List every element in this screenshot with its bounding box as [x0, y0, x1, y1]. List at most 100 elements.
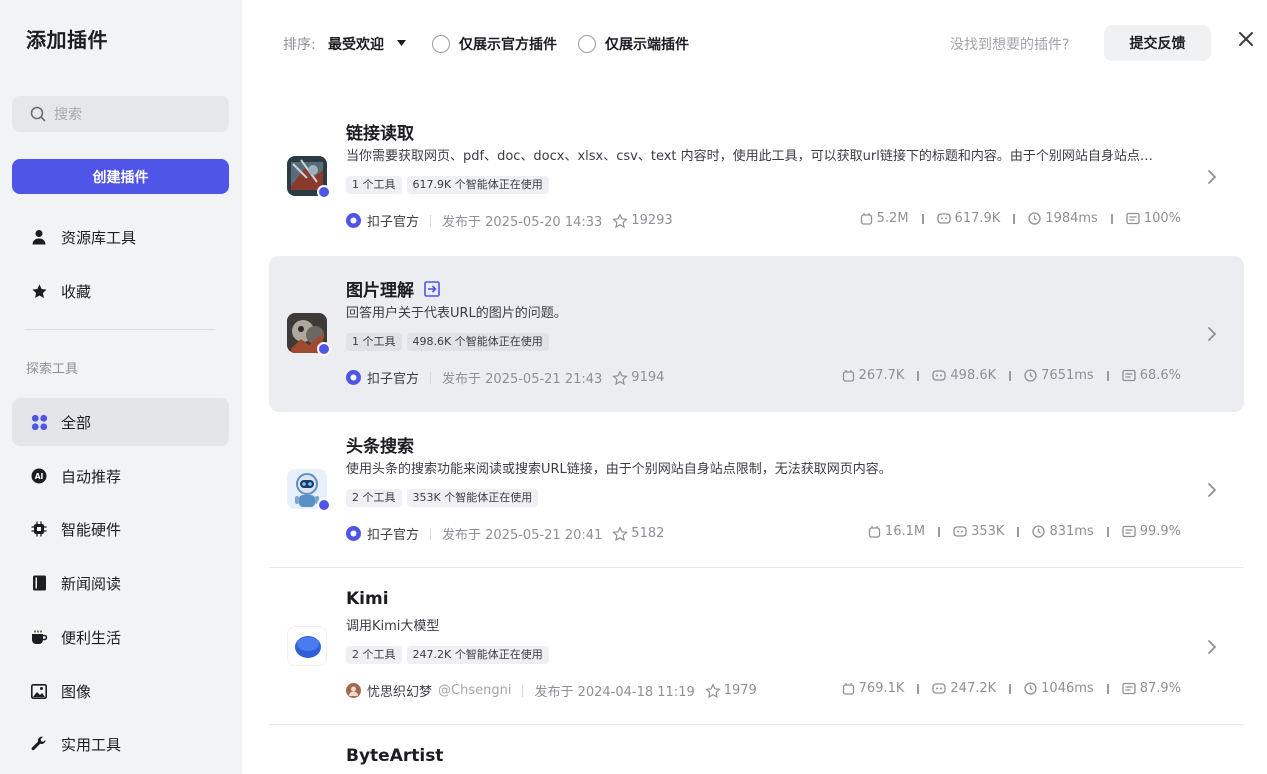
calls-count: 267.7K [858, 368, 905, 383]
star-outline-icon[interactable] [612, 212, 629, 229]
bot-icon [936, 213, 951, 224]
plugin-card[interactable]: ByteArtist [269, 725, 1244, 774]
category-convenient-life[interactable]: 便利生活 [12, 613, 229, 661]
stat-divider [921, 213, 924, 224]
star-outline-icon[interactable] [704, 682, 721, 699]
plugin-card[interactable]: Kimi 调用Kimi大模型 2 个工具 247.2K 个智能体正在使用 忧思织… [269, 569, 1244, 725]
usage-tag: 498.6K 个智能体正在使用 [406, 333, 549, 351]
bot-icon [932, 683, 947, 694]
plugin-author[interactable]: 忧思织幻梦 [367, 681, 432, 700]
sidebar: 添加插件 搜索 创建插件 资源库工具 收藏 探索工具 全部 AI 自动推荐 智能… [0, 0, 242, 774]
stat-divider [1106, 526, 1109, 537]
tool-count-tag: 2 个工具 [346, 489, 402, 507]
official-badge-icon [317, 498, 331, 512]
plugin-tags: 2 个工具 353K 个智能体正在使用 [346, 489, 539, 507]
plugin-card[interactable]: 链接读取 当你需要获取网页、pdf、doc、docx、xlsx、csv、text… [269, 99, 1244, 255]
clock-icon [1028, 212, 1041, 225]
coze-official-icon [346, 213, 361, 228]
star-outline-icon[interactable] [612, 525, 629, 542]
stat-divider [1106, 370, 1109, 381]
official-badge-icon [317, 342, 331, 356]
filter-official-radio[interactable]: 仅展示官方插件 [432, 34, 557, 54]
category-utility-tools[interactable]: 实用工具 [12, 720, 229, 768]
publish-date: 发布于 2024-04-18 11:19 [534, 685, 695, 700]
latency-value: 1984ms [1045, 211, 1098, 226]
stat-divider [1017, 526, 1020, 537]
plugin-description: 回答用户关于代表URL的图片的问题。 [346, 306, 567, 321]
star-count: 5182 [631, 526, 665, 541]
success-rate: 68.6% [1139, 368, 1181, 383]
calls-count: 5.2M [876, 211, 909, 226]
clock-icon [1032, 525, 1046, 538]
search-placeholder: 搜索 [54, 107, 82, 123]
sort-dropdown[interactable]: 最受欢迎 [328, 34, 384, 54]
meta-divider [430, 371, 432, 384]
success-rate-icon [1126, 212, 1140, 225]
plugin-author[interactable]: 扣子官方 [367, 211, 419, 230]
plugin-name: 链接读取 [346, 124, 414, 144]
chip-icon [30, 520, 48, 538]
radio-circle[interactable] [432, 35, 450, 53]
success-rate-icon [1122, 369, 1136, 382]
caret-down-icon[interactable] [397, 40, 406, 46]
enter-icon[interactable] [424, 280, 440, 297]
category-label: 自动推荐 [61, 467, 122, 486]
tool-count-tag: 1 个工具 [346, 333, 402, 351]
success-rate-icon [1122, 682, 1136, 695]
star-count: 9194 [631, 370, 665, 385]
grid-icon [30, 413, 48, 431]
success-rate: 87.9% [1139, 681, 1181, 696]
category-all[interactable]: 全部 [12, 398, 229, 446]
usage-tag: 617.9K 个智能体正在使用 [406, 176, 549, 194]
latency-value: 1046ms [1041, 681, 1094, 696]
plugin-meta: 扣子官方 发布于 2025-05-20 14:33 19293 [346, 211, 673, 230]
stat-divider [1009, 370, 1012, 381]
plugin-card[interactable]: 头条搜索 使用头条的搜索功能来阅读或搜索URL链接，由于个别网站自身站点限制，无… [269, 412, 1244, 568]
calls-icon [860, 213, 872, 225]
category-smart-hardware[interactable]: 智能硬件 [12, 505, 229, 553]
category-label: 图像 [61, 682, 92, 701]
filter-client-radio[interactable]: 仅展示端插件 [578, 34, 689, 54]
person-icon [30, 228, 48, 246]
radio-circle[interactable] [578, 35, 596, 53]
plugin-author[interactable]: 扣子官方 [367, 368, 419, 387]
plugin-meta: 忧思织幻梦 @Chsengni 发布于 2024-04-18 11:19 197… [346, 681, 757, 700]
category-image[interactable]: 图像 [12, 667, 229, 715]
plugin-tags: 1 个工具 617.9K 个智能体正在使用 [346, 176, 549, 194]
bot-icon [932, 370, 947, 381]
chevron-right-icon[interactable] [1207, 169, 1217, 185]
stat-divider [1013, 213, 1016, 224]
chevron-right-icon[interactable] [1207, 482, 1217, 498]
category-label: 全部 [61, 413, 92, 432]
search-input[interactable]: 搜索 [12, 96, 229, 132]
sidebar-item-favorites[interactable]: 收藏 [12, 267, 229, 315]
bots-count: 617.9K [954, 211, 1001, 226]
plugin-description: 调用Kimi大模型 [346, 619, 440, 634]
chevron-right-icon[interactable] [1207, 639, 1217, 655]
chevron-right-icon[interactable] [1207, 326, 1217, 342]
feedback-button[interactable]: 提交反馈 [1104, 25, 1211, 61]
create-plugin-button[interactable]: 创建插件 [12, 159, 229, 194]
meta-divider [430, 214, 432, 227]
star-outline-icon[interactable] [612, 369, 629, 386]
category-label: 便利生活 [61, 628, 122, 647]
success-rate-icon [1122, 525, 1136, 538]
category-label: 实用工具 [61, 735, 122, 754]
calls-icon [842, 683, 854, 695]
star-count: 19293 [631, 213, 673, 228]
close-icon[interactable] [1237, 30, 1255, 48]
category-news-reading[interactable]: 新闻阅读 [12, 559, 229, 607]
sidebar-item-label: 收藏 [61, 282, 92, 301]
latency-value: 831ms [1049, 524, 1094, 539]
category-auto-recommend[interactable]: AI 自动推荐 [12, 452, 229, 500]
meta-divider [430, 527, 432, 540]
plugin-tags: 1 个工具 498.6K 个智能体正在使用 [346, 333, 549, 351]
coze-official-icon [346, 370, 361, 385]
plugin-author[interactable]: 扣子官方 [367, 524, 419, 543]
plugin-card[interactable]: 图片理解 回答用户关于代表URL的图片的问题。 1 个工具 498.6K 个智能… [269, 256, 1244, 412]
wrench-icon [30, 735, 48, 753]
plugin-name: ByteArtist [346, 746, 444, 766]
sidebar-item-library-tools[interactable]: 资源库工具 [12, 213, 229, 261]
stat-divider [938, 526, 941, 537]
bots-count: 498.6K [950, 368, 997, 383]
